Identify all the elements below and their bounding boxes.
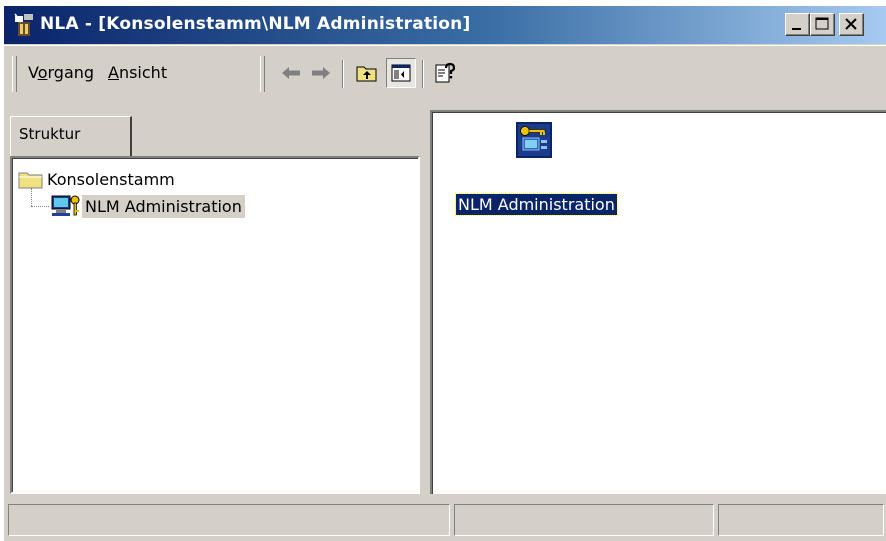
folder-icon xyxy=(18,172,43,189)
mmc-window: NLA - [Konsolenstamm\NLM Administration]… xyxy=(4,6,886,541)
maximize-icon xyxy=(815,17,829,30)
tree-connector-h xyxy=(31,206,49,207)
title-bar[interactable]: NLA - [Konsolenstamm\NLM Administration] xyxy=(4,6,886,44)
menu-grip[interactable] xyxy=(12,56,17,92)
menu-ansicht[interactable]: Ansicht xyxy=(108,63,167,82)
back-arrow-icon xyxy=(282,67,300,79)
tab-strip: Struktur xyxy=(4,108,424,156)
result-label-nlm-administration: NLM Administration xyxy=(455,193,618,216)
tree-label-nlm-administration: NLM Administration xyxy=(82,194,245,218)
maximize-button[interactable] xyxy=(810,13,835,36)
tree-connector xyxy=(31,188,32,206)
tree-item-nlm-administration[interactable]: NLM Administration xyxy=(50,193,245,219)
tree-pane[interactable]: Konsolenstamm NLM Administration xyxy=(10,156,420,494)
minimize-button[interactable] xyxy=(785,13,810,36)
show-hide-tree-icon xyxy=(391,64,411,82)
menu-toolbar: Vorgang Ansicht xyxy=(4,45,886,102)
forward-arrow-icon xyxy=(312,67,330,79)
status-cell-2 xyxy=(454,504,714,536)
close-icon xyxy=(845,18,857,30)
nlm-admin-large-icon xyxy=(516,122,552,158)
window-title: NLA - [Konsolenstamm\NLM Administration] xyxy=(40,14,471,34)
help-icon xyxy=(435,62,456,83)
toolbar-separator-2 xyxy=(422,60,424,88)
menu-vorgang[interactable]: Vorgang xyxy=(28,63,94,82)
status-cell-1 xyxy=(8,504,450,536)
minimize-icon xyxy=(792,28,801,30)
nlm-admin-icon xyxy=(51,195,80,216)
close-button[interactable] xyxy=(839,13,864,36)
tree-label-konsolenstamm: Konsolenstamm xyxy=(47,169,175,189)
show-hide-tree-button[interactable] xyxy=(386,58,416,88)
toolbar-separator xyxy=(342,60,344,88)
status-bar xyxy=(4,498,886,541)
tab-struktur[interactable]: Struktur xyxy=(10,116,132,156)
help-button[interactable] xyxy=(430,58,460,88)
toolbar-grip[interactable] xyxy=(260,56,265,92)
app-icon[interactable] xyxy=(12,12,36,38)
status-cell-3 xyxy=(718,504,884,536)
back-button[interactable] xyxy=(276,58,306,88)
tree-item-konsolenstamm[interactable]: Konsolenstamm xyxy=(18,166,178,192)
up-folder-icon xyxy=(356,66,377,82)
up-one-level-button[interactable] xyxy=(352,58,382,88)
forward-button[interactable] xyxy=(306,58,336,88)
result-pane[interactable]: NLM Administration xyxy=(430,110,886,494)
